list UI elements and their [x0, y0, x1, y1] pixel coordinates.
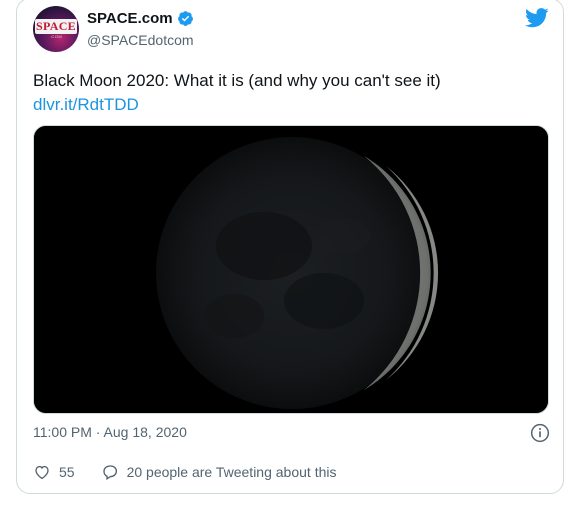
heart-icon	[33, 463, 51, 481]
tweet-text: Black Moon 2020: What it is (and why you…	[33, 71, 441, 90]
avatar-logo-sub: .COM	[49, 34, 63, 39]
tweet-card[interactable]: SPACE .COM SPACE.com @SPACEdotcom Black …	[16, 0, 564, 494]
verified-badge-icon	[177, 10, 194, 27]
tweet-actions: 55 20 people are Tweeting about this	[33, 463, 336, 481]
author-handle[interactable]: @SPACEdotcom	[87, 32, 194, 48]
conversation-button[interactable]: 20 people are Tweeting about this	[101, 463, 337, 481]
reply-bubble-icon	[101, 463, 119, 481]
tweet-text-block: Black Moon 2020: What it is (and why you…	[33, 69, 543, 117]
info-icon[interactable]	[530, 423, 550, 443]
author-display-name[interactable]: SPACE.com	[87, 10, 173, 27]
tweet-media[interactable]	[33, 125, 549, 414]
tweet-timestamp[interactable]: 11:00 PM · Aug 18, 2020	[33, 424, 187, 440]
moon-image	[34, 126, 548, 413]
conversation-label: 20 people are Tweeting about this	[126, 464, 337, 480]
like-button[interactable]: 55	[33, 463, 75, 481]
avatar-logo: SPACE	[35, 19, 77, 34]
author-name-row: SPACE.com	[87, 10, 194, 27]
likes-count: 55	[59, 464, 75, 480]
twitter-bird-icon[interactable]	[525, 7, 549, 29]
tweet-link[interactable]: dlvr.it/RdtTDD	[33, 93, 543, 117]
avatar[interactable]: SPACE .COM	[33, 6, 79, 52]
